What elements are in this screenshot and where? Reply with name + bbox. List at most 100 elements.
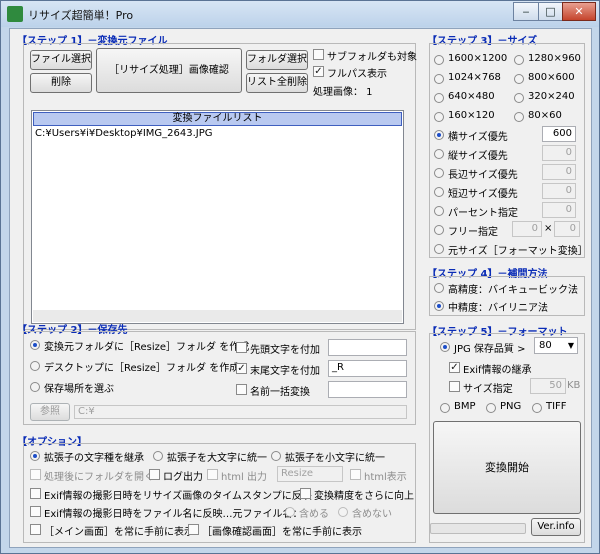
html-output-checkbox[interactable] — [207, 469, 218, 480]
height-priority-radio[interactable] — [434, 149, 444, 159]
size-320-label: 320×240 — [528, 91, 575, 102]
size-spec-checkbox[interactable] — [449, 381, 460, 392]
tiff-label: TIFF — [546, 401, 567, 412]
exif-timestamp-checkbox[interactable] — [30, 488, 41, 499]
size-1600-radio[interactable] — [434, 55, 444, 65]
free-radio[interactable] — [434, 225, 444, 235]
free-x-label: × — [544, 223, 553, 234]
tiff-radio[interactable] — [532, 403, 542, 413]
short-input[interactable]: 0 — [542, 183, 576, 199]
percent-label: パーセント指定 — [448, 208, 518, 219]
bmp-radio[interactable] — [440, 403, 450, 413]
size-1280-radio[interactable] — [514, 55, 524, 65]
save-source-folder-radio[interactable] — [30, 340, 40, 350]
save-desktop-label: デスクトップに［Resize］フォルダ を作成 — [44, 363, 240, 374]
folder-select-button[interactable]: フォルダ選択 — [246, 50, 308, 70]
size-160-label: 160×120 — [448, 110, 495, 121]
exif-filename-label: Exif情報の撮影日時をファイル名に反映…元ファイル名： — [44, 509, 303, 520]
fullpath-label: フルパス表示 — [327, 69, 387, 80]
log-output-checkbox[interactable] — [149, 469, 160, 480]
width-priority-radio[interactable] — [434, 130, 444, 140]
quality-select[interactable]: 80 ▼ — [534, 337, 578, 354]
size-800-radio[interactable] — [514, 74, 524, 84]
browse-button[interactable]: 参照 — [30, 403, 70, 421]
size-spec-input[interactable]: 50 — [530, 378, 566, 394]
exif-keep-checkbox[interactable]: ✓ — [449, 362, 460, 373]
size-320-radio[interactable] — [514, 93, 524, 103]
jpg-radio[interactable] — [440, 342, 450, 352]
exif-filename-checkbox[interactable] — [30, 506, 41, 517]
resize-confirm-button[interactable]: ［リサイズ処理］画像確認 — [96, 48, 242, 93]
short-priority-radio[interactable] — [434, 187, 444, 197]
keep-ext-case-radio[interactable] — [30, 451, 40, 461]
maximize-button[interactable]: □ — [538, 2, 563, 21]
ext-upper-label: 拡張子を大文字に統一 — [167, 453, 267, 464]
title-bar: リサイズ超簡単！Pro ‒ □ ✕ — [1, 1, 599, 27]
size-80-radio[interactable] — [514, 112, 524, 122]
minimize-button[interactable]: ‒ — [513, 2, 539, 21]
ext-lower-label: 拡張子を小文字に統一 — [285, 453, 385, 464]
file-select-button[interactable]: ファイル選択 — [30, 50, 92, 70]
delete-button[interactable]: 削除 — [30, 73, 92, 93]
save-desktop-radio[interactable] — [30, 361, 40, 371]
open-folder-checkbox[interactable] — [30, 469, 41, 480]
rename-checkbox[interactable] — [236, 384, 247, 395]
precision-up-checkbox[interactable] — [300, 488, 311, 499]
exclude-radio[interactable] — [338, 507, 348, 517]
size-160-radio[interactable] — [434, 112, 444, 122]
convert-start-button[interactable]: 変換開始 — [433, 421, 581, 514]
long-priority-radio[interactable] — [434, 168, 444, 178]
suffix-label: 末尾文字を付加 — [250, 366, 320, 377]
png-radio[interactable] — [486, 403, 496, 413]
prefix-label: 先頭文字を付加 — [250, 345, 320, 356]
jpg-label: JPG 保存品質 > — [454, 344, 526, 355]
ext-lower-radio[interactable] — [271, 451, 281, 461]
size-640-radio[interactable] — [434, 93, 444, 103]
quality-value: 80 — [539, 340, 552, 351]
rename-input[interactable] — [328, 381, 407, 398]
size-640-label: 640×480 — [448, 91, 495, 102]
exclude-label: 含めない — [352, 509, 392, 520]
save-path-field[interactable]: C:¥ — [74, 405, 407, 419]
fullpath-checkbox[interactable]: ✓ — [313, 66, 324, 77]
original-size-radio[interactable] — [434, 244, 444, 254]
subfolder-checkbox[interactable] — [313, 49, 324, 60]
bicubic-radio[interactable] — [434, 283, 444, 293]
free-width-input[interactable]: 0 — [512, 221, 542, 237]
close-button[interactable]: ✕ — [562, 2, 596, 21]
html-name-input[interactable]: Resize — [277, 466, 343, 482]
suffix-checkbox[interactable]: ✓ — [236, 363, 247, 374]
prefix-input[interactable] — [328, 339, 407, 356]
percent-input[interactable]: 0 — [542, 202, 576, 218]
width-input[interactable]: 600 — [542, 126, 576, 142]
list-item[interactable]: C:¥Users¥i¥Desktop¥IMG_2643.JPG — [35, 128, 213, 139]
long-priority-label: 長辺サイズ優先 — [448, 170, 518, 181]
percent-radio[interactable] — [434, 206, 444, 216]
width-priority-label: 横サイズ優先 — [448, 132, 508, 143]
ext-upper-radio[interactable] — [153, 451, 163, 461]
include-radio[interactable] — [285, 507, 295, 517]
exif-timestamp-label: Exif情報の撮影日時をリサイズ画像のタイムスタンプに反映 — [44, 491, 312, 502]
confirm-topmost-checkbox[interactable] — [188, 524, 199, 535]
free-label: フリー指定 — [448, 227, 498, 238]
short-priority-label: 短辺サイズ優先 — [448, 189, 518, 200]
save-choose-radio[interactable] — [30, 382, 40, 392]
long-input[interactable]: 0 — [542, 164, 576, 180]
free-height-input[interactable]: 0 — [554, 221, 580, 237]
confirm-topmost-label: ［画像確認画面］を常に手前に表示 — [202, 527, 362, 538]
size-800-label: 800×600 — [528, 72, 575, 83]
html-view-checkbox[interactable] — [350, 469, 361, 480]
bilinear-label: 中精度：バイリニア法 — [448, 303, 548, 314]
size-1600-label: 1600×1200 — [448, 53, 508, 64]
file-list[interactable]: 変換ファイルリスト C:¥Users¥i¥Desktop¥IMG_2643.JP… — [31, 110, 404, 324]
version-info-button[interactable]: Ver.info — [531, 518, 581, 536]
main-topmost-checkbox[interactable] — [30, 524, 41, 535]
save-source-folder-label: 変換元フォルダに［Resize］フォルダ を作成 — [44, 342, 250, 353]
suffix-input[interactable]: _R — [328, 360, 407, 377]
prefix-checkbox[interactable] — [236, 342, 247, 353]
height-input[interactable]: 0 — [542, 145, 576, 161]
rename-label: 名前一括変換 — [250, 387, 310, 398]
list-clear-all-button[interactable]: リスト全削除 — [246, 73, 308, 93]
bilinear-radio[interactable] — [434, 301, 444, 311]
size-1024-radio[interactable] — [434, 74, 444, 84]
